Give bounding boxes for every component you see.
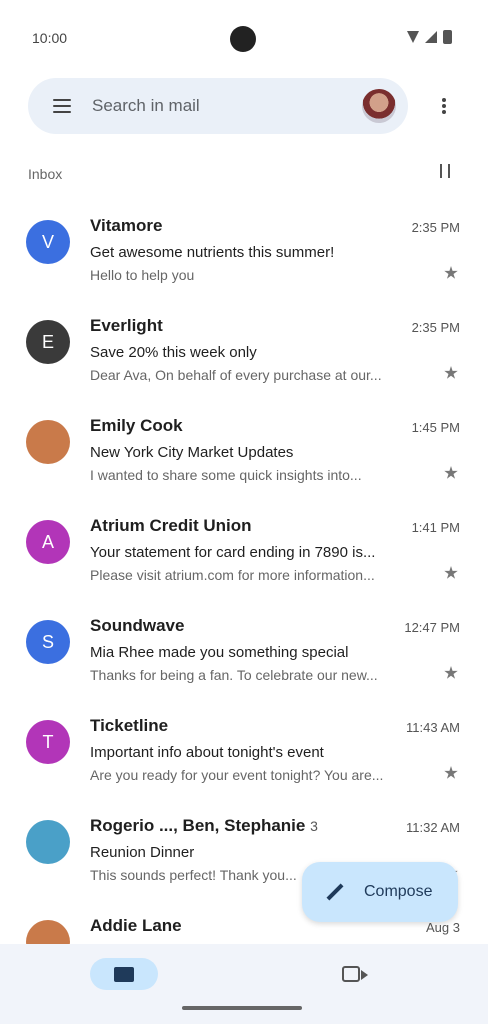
mail-preview: Thanks for being a fan. To celebrate our… (90, 667, 378, 683)
mail-preview: Hello to help you (90, 267, 195, 283)
pencil-icon (326, 883, 344, 901)
mail-preview: Please visit atrium.com for more informa… (90, 567, 375, 583)
search-bar[interactable]: Search in mail (28, 78, 408, 134)
sender-avatar: S (26, 620, 70, 664)
mail-subject: Important info about tonight's event (90, 744, 324, 761)
sender-name: Ticketline (90, 716, 169, 735)
mail-preview: Are you ready for your event tonight? Yo… (90, 767, 384, 783)
mail-subject: Save 20% this week only (90, 344, 257, 361)
sender-names: Rogerio ..., Ben, Stephanie (90, 816, 306, 835)
mail-subject: New York City Market Updates (90, 444, 294, 461)
mail-time: 11:32 AM (406, 820, 460, 835)
sender-name: Vitamore (90, 216, 163, 235)
mail-preview: I wanted to share some quick insights in… (90, 467, 362, 483)
star-icon[interactable] (444, 766, 458, 779)
menu-icon[interactable] (50, 94, 74, 118)
mail-preview: Dear Ava, On behalf of every purchase at… (90, 367, 382, 383)
filter-icon[interactable] (436, 162, 458, 180)
star-icon[interactable] (444, 666, 458, 679)
mail-row[interactable]: Emily Cook 1:45 PM New York City Market … (0, 400, 488, 500)
star-icon[interactable] (444, 266, 458, 279)
mail-subject: Get awesome nutrients this summer! (90, 244, 335, 261)
sender-name: Emily Cook (90, 416, 183, 435)
star-icon[interactable] (444, 466, 458, 479)
section-label: Inbox (28, 166, 63, 182)
sender-name: Soundwave (90, 616, 185, 635)
sender-name: Atrium Credit Union (90, 516, 252, 535)
nav-mail[interactable] (90, 958, 158, 990)
home-indicator[interactable] (182, 1006, 302, 1010)
star-icon[interactable] (444, 366, 458, 379)
front-camera (230, 26, 256, 52)
thread-count: 3 (310, 818, 318, 834)
mail-time: 1:45 PM (411, 420, 460, 435)
status-bar: 10:00 (0, 0, 488, 76)
mail-preview: This sounds perfect! Thank you... (90, 867, 297, 883)
mail-time: 2:35 PM (411, 220, 460, 235)
battery-icon (443, 30, 452, 44)
search-input[interactable]: Search in mail (92, 96, 362, 116)
cell-signal-icon (425, 31, 437, 43)
mail-time: 11:43 AM (406, 720, 460, 735)
mail-icon (114, 966, 134, 982)
mail-subject: Your statement for card ending in 7890 i… (90, 544, 376, 561)
mail-row[interactable]: E Everlight 2:35 PM Save 20% this week o… (0, 300, 488, 400)
compose-label: Compose (364, 883, 433, 900)
sender-name: Everlight (90, 316, 163, 335)
bottom-nav (0, 944, 488, 1024)
mail-time: 12:47 PM (404, 620, 460, 635)
sender-avatar (26, 820, 70, 864)
status-icons (407, 30, 452, 44)
nav-meet[interactable] (342, 966, 368, 984)
sender-avatar: V (26, 220, 70, 264)
mail-row[interactable]: A Atrium Credit Union 1:41 PM Your state… (0, 500, 488, 600)
sender-name: Addie Lane (90, 916, 182, 935)
sender-avatar (26, 420, 70, 464)
mail-row[interactable]: V Vitamore 2:35 PM Get awesome nutrients… (0, 200, 488, 300)
mail-row[interactable]: T Ticketline 11:43 AM Important info abo… (0, 700, 488, 800)
video-icon (342, 966, 360, 982)
sender-avatar: A (26, 520, 70, 564)
mail-subject: Reunion Dinner (90, 844, 195, 861)
mail-time: 2:35 PM (411, 320, 460, 335)
mail-time: 1:41 PM (411, 520, 460, 535)
mail-subject: Mia Rhee made you something special (90, 644, 349, 661)
status-time: 10:00 (32, 30, 68, 46)
compose-button[interactable]: Compose (302, 862, 458, 922)
wifi-icon (407, 31, 419, 43)
sender-name: Rogerio ..., Ben, Stephanie 3 (90, 816, 318, 836)
account-avatar[interactable] (362, 89, 396, 123)
more-vert-icon[interactable] (434, 96, 454, 116)
mail-time: Aug 3 (426, 920, 460, 935)
star-icon[interactable] (444, 566, 458, 579)
mail-row[interactable]: S Soundwave 12:47 PM Mia Rhee made you s… (0, 600, 488, 700)
sender-avatar: T (26, 720, 70, 764)
sender-avatar: E (26, 320, 70, 364)
